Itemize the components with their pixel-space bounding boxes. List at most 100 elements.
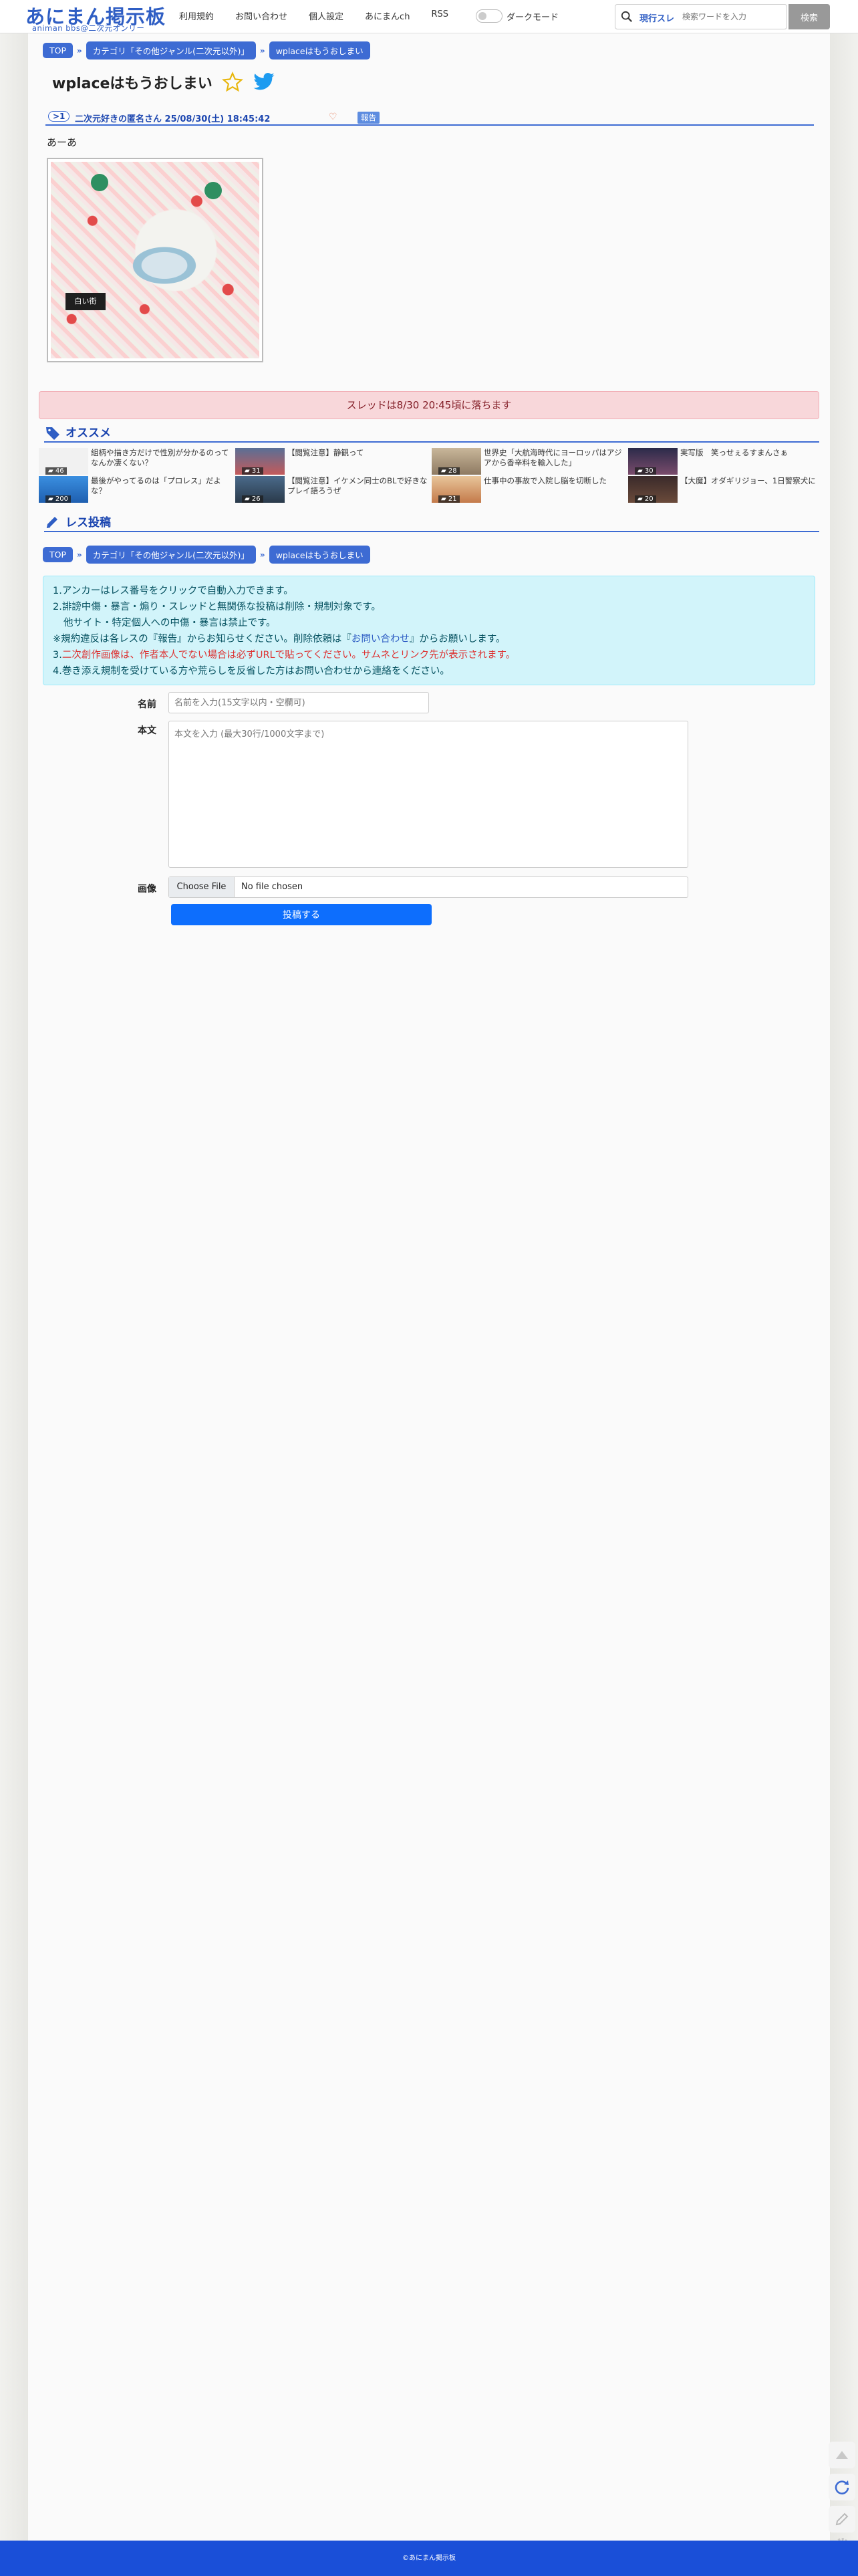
nav-animanch-link[interactable]: あにまんch bbox=[365, 9, 410, 22]
site-header: あにまん掲示板 animan bbs@二次元オンリー 利用規約 お問い合わせ 個… bbox=[0, 0, 858, 33]
nav-settings-link[interactable]: 個人設定 bbox=[309, 9, 343, 22]
arrow-up-icon bbox=[836, 2451, 848, 2459]
switch-knob bbox=[478, 12, 486, 20]
thread-title-row: wplaceはもうおしまい bbox=[52, 72, 275, 93]
rule-line: 他サイト・特定個人への中傷・暴言は禁止です。 bbox=[63, 618, 276, 628]
rule-warning: 二次創作画像は、作者本人でない場合は必ずURLで貼ってください。サムネとリンク先… bbox=[61, 650, 516, 661]
contact-link[interactable]: お問い合わせ bbox=[351, 634, 410, 645]
comment-count: ▰ 30 bbox=[635, 467, 656, 475]
post-form-header: レス投稿 bbox=[44, 515, 819, 532]
submit-button[interactable]: 投稿する bbox=[171, 904, 432, 925]
recommend-item[interactable]: ▰ 26 【閲覧注意】イケメン同士のBLで好きなプレイ語ろうぜ bbox=[235, 476, 432, 504]
recommend-item[interactable]: ▰ 200 最後がやってるのは「プロレス」だよな？ bbox=[39, 476, 235, 504]
compose-button[interactable] bbox=[829, 2506, 855, 2533]
post-meta: 二次元好きの匿名さん 25/08/30(土) 18:45:42 bbox=[75, 114, 271, 124]
nav-contact-link[interactable]: お問い合わせ bbox=[235, 9, 287, 22]
image-detail bbox=[204, 182, 222, 199]
main-content: TOP » カテゴリ「その他ジャンル(二次元以外)」 » wplaceはもうおし… bbox=[28, 33, 830, 2541]
recommend-grid: ▰ 46 組柄や描き方だけで性別が分かるのってなんか凄くない？ ▰ 31 【閲覧… bbox=[39, 448, 825, 504]
recommend-title-text: 最後がやってるのは「プロレス」だよな？ bbox=[91, 476, 221, 495]
comment-count: ▰ 200 bbox=[45, 495, 71, 503]
site-logo[interactable]: あにまん掲示板 animan bbs@二次元オンリー bbox=[25, 1, 172, 33]
pencil-icon bbox=[835, 2512, 849, 2526]
comment-count: ▰ 28 bbox=[438, 467, 460, 475]
reload-button[interactable] bbox=[829, 2474, 855, 2500]
recommend-item[interactable]: ▰ 30 実写版 笑っせぇるすまんさぁ bbox=[628, 448, 825, 476]
comment-count-value: 28 bbox=[448, 467, 457, 475]
recommend-item[interactable]: ▰ 46 組柄や描き方だけで性別が分かるのってなんか凄くない？ bbox=[39, 448, 235, 476]
rule-text: 3. bbox=[53, 650, 62, 661]
breadcrumb: TOP » カテゴリ「その他ジャンル(二次元以外)」 » wplaceはもうおし… bbox=[43, 41, 370, 60]
breadcrumb-category[interactable]: カテゴリ「その他ジャンル(二次元以外)」 bbox=[86, 546, 256, 564]
comment-count: ▰ 21 bbox=[438, 495, 460, 503]
search-icon bbox=[621, 11, 632, 22]
posting-rules: 1.アンカーはレス番号をクリックで自動入力できます。 2.誹謗中傷・暴言・煽り・… bbox=[43, 576, 815, 685]
rule-line: 2.誹謗中傷・暴言・煽り・スレッドと無関係な投稿は削除・規制対象です。 bbox=[53, 602, 381, 612]
recommend-item[interactable]: ▰ 31 【閲覧注意】静観って bbox=[235, 448, 432, 476]
favorite-star-icon[interactable] bbox=[221, 72, 243, 93]
post-number[interactable]: >1 bbox=[48, 111, 70, 122]
recommend-item[interactable]: ▰ 20 【大魔】オダギリジョー、1日警察犬に bbox=[628, 476, 825, 504]
nav-terms-link[interactable]: 利用規約 bbox=[179, 9, 214, 22]
rule-text: 』からお願いします。 bbox=[409, 634, 506, 645]
image-sign: 白い街 bbox=[65, 293, 106, 310]
heart-icon[interactable]: ♡ bbox=[329, 112, 337, 122]
name-label: 名前 bbox=[138, 699, 156, 710]
twitter-share-icon[interactable] bbox=[253, 72, 275, 92]
scroll-top-button[interactable] bbox=[829, 2442, 855, 2468]
comment-count: ▰ 20 bbox=[635, 495, 656, 503]
rule-text: ※規約違反は各レスの『報告』からお知らせください。削除依頼は『 bbox=[53, 634, 351, 645]
tag-icon bbox=[46, 427, 59, 440]
recommend-title-text: 【大魔】オダギリジョー、1日警察犬に bbox=[680, 476, 816, 485]
search-mode-select[interactable]: 現行スレ bbox=[639, 11, 674, 24]
image-file-input[interactable]: Choose File No file chosen bbox=[168, 876, 688, 898]
search-button[interactable]: 検索 bbox=[789, 4, 830, 29]
search-input[interactable] bbox=[682, 9, 782, 25]
comment-count-value: 31 bbox=[251, 467, 261, 475]
recommend-title-text: 実写版 笑っせぇるすまんさぁ bbox=[680, 448, 788, 457]
breadcrumb-bottom: TOP » カテゴリ「その他ジャンル(二次元以外)」 » wplaceはもうおし… bbox=[43, 546, 370, 564]
file-status: No file chosen bbox=[241, 882, 303, 892]
choose-file-button[interactable]: Choose File bbox=[169, 877, 235, 897]
recommend-header: オススメ bbox=[44, 425, 819, 443]
image-detail bbox=[91, 174, 108, 191]
name-input[interactable] bbox=[168, 692, 429, 713]
breadcrumb-separator: » bbox=[259, 550, 265, 560]
rule-line: ※規約違反は各レスの『報告』からお知らせください。削除依頼は『お問い合わせ』から… bbox=[53, 631, 805, 647]
recommend-thumbnail: ▰ 30 bbox=[628, 448, 678, 475]
breadcrumb-thread[interactable]: wplaceはもうおしまい bbox=[269, 41, 370, 60]
recommend-thumbnail: ▰ 21 bbox=[432, 476, 481, 503]
recommend-title-text: 【閲覧注意】イケメン同士のBLで好きなプレイ語ろうぜ bbox=[287, 476, 428, 495]
post-image[interactable]: 白い街 bbox=[47, 158, 263, 362]
breadcrumb-separator: » bbox=[77, 550, 82, 560]
breadcrumb-separator: » bbox=[259, 45, 265, 55]
post-body: あーあ bbox=[47, 136, 78, 148]
image-label: 画像 bbox=[138, 884, 156, 895]
comment-count: ▰ 31 bbox=[242, 467, 263, 475]
header-nav: 利用規約 お問い合わせ 個人設定 あにまんch RSS bbox=[179, 9, 470, 22]
recommend-thumbnail: ▰ 200 bbox=[39, 476, 88, 503]
recommend-title-text: 仕事中の事故で入院し脳を切断した bbox=[484, 476, 607, 485]
breadcrumb-top[interactable]: TOP bbox=[43, 547, 74, 562]
recommend-title-text: 【閲覧注意】静観って bbox=[287, 448, 364, 457]
comment-count-value: 20 bbox=[644, 495, 654, 503]
image-figure bbox=[124, 242, 204, 289]
dark-mode-switch[interactable] bbox=[476, 9, 503, 23]
report-button[interactable]: 報告 bbox=[358, 112, 380, 124]
nav-rss-link[interactable]: RSS bbox=[431, 9, 448, 22]
search-box: 現行スレ bbox=[615, 4, 787, 29]
body-textarea[interactable] bbox=[168, 721, 688, 868]
breadcrumb-top[interactable]: TOP bbox=[43, 43, 74, 58]
recommend-item[interactable]: ▰ 21 仕事中の事故で入院し脳を切断した bbox=[432, 476, 628, 504]
recommend-title-text: 組柄や描き方だけで性別が分かるのってなんか凄くない？ bbox=[91, 448, 229, 467]
recommend-item[interactable]: ▰ 28 世界史「大航海時代にヨーロッパはアジアから香辛料を輸入した」 bbox=[432, 448, 628, 476]
comment-count: ▰ 26 bbox=[242, 495, 263, 503]
comment-count-value: 46 bbox=[55, 467, 64, 475]
thread-title: wplaceはもうおしまい bbox=[52, 76, 212, 92]
breadcrumb-category[interactable]: カテゴリ「その他ジャンル(二次元以外)」 bbox=[86, 41, 256, 60]
recommend-title: オススメ bbox=[65, 427, 111, 440]
breadcrumb-thread[interactable]: wplaceはもうおしまい bbox=[269, 546, 370, 564]
dark-mode-toggle[interactable]: ダークモード bbox=[476, 9, 559, 23]
comment-count-value: 30 bbox=[644, 467, 654, 475]
recommend-thumbnail: ▰ 20 bbox=[628, 476, 678, 503]
